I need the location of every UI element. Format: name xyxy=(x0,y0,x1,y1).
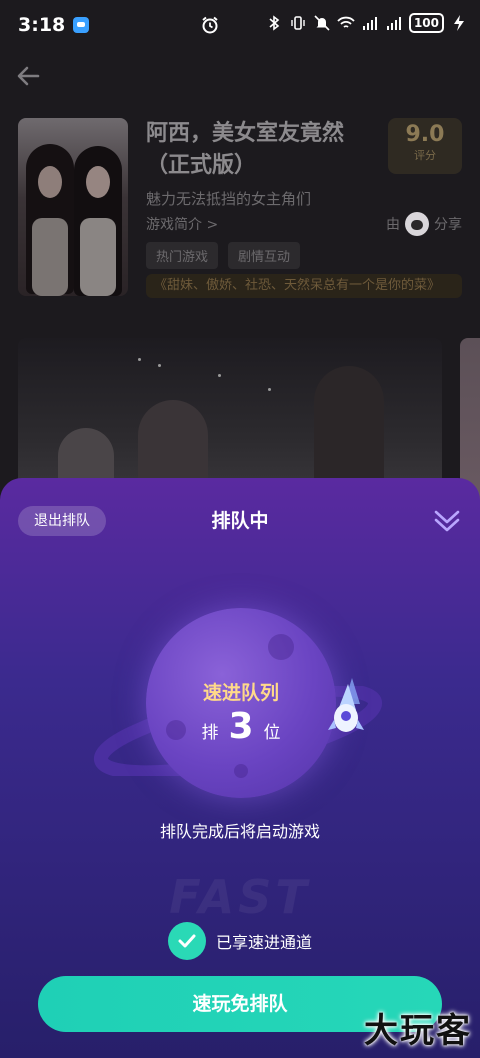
score-label: 评分 xyxy=(414,149,436,162)
queue-position-number: 3 xyxy=(228,706,254,747)
message-badge-icon xyxy=(73,17,90,33)
queue-name: 速进队列 xyxy=(202,682,279,704)
shared-by[interactable]: 由 分享 xyxy=(386,212,462,236)
signal-4g-icon xyxy=(362,17,377,30)
site-watermark-logo: 大玩客 xyxy=(364,1011,472,1051)
charging-icon xyxy=(454,15,464,31)
game-slogan: 《甜妹、傲娇、社恐、天然呆总有一个是你的菜》 xyxy=(146,274,462,298)
status-icons: 100 xyxy=(265,13,468,33)
rocket-icon xyxy=(328,678,364,732)
fast-lane-status: 已享速进通道 xyxy=(0,922,480,960)
score-badge: 9.0 评分 xyxy=(388,118,462,174)
sheet-title: 排队中 xyxy=(211,510,269,532)
avatar xyxy=(405,212,429,236)
share-label: 分享 xyxy=(434,217,462,233)
game-title: 阿西，美女室友竟然（正式版） xyxy=(146,121,345,178)
tag-list: 热门游戏 剧情互动 xyxy=(146,242,301,269)
queue-hint: 排队完成后将启动游戏 xyxy=(159,822,320,841)
fast-lane-label: 已享速进通道 xyxy=(215,933,312,952)
game-cover-image[interactable] xyxy=(18,118,128,296)
game-detail-page: 阿西，美女室友竟然（正式版） 9.0 评分 魅力无法抵挡的女主角们 游戏简介 >… xyxy=(0,50,480,518)
game-intro-link[interactable]: 游戏简介 > xyxy=(146,214,218,234)
queue-position: 排 3 位 xyxy=(146,706,336,747)
game-subtitle: 魅力无法抵挡的女主角们 xyxy=(146,190,312,208)
status-time: 3:18 xyxy=(18,14,66,36)
collapse-chevron-icon[interactable] xyxy=(432,506,462,536)
check-icon xyxy=(167,922,206,960)
signal-4g-icon xyxy=(386,17,401,30)
alarm-icon xyxy=(202,16,218,34)
queue-position-suffix: 位 xyxy=(263,723,281,743)
tag-story-interactive[interactable]: 剧情互动 xyxy=(228,242,301,269)
wifi-icon xyxy=(337,16,355,28)
fast-watermark: FAST xyxy=(169,870,311,924)
mute-icon xyxy=(314,15,330,31)
battery-icon: 100 xyxy=(408,13,444,33)
back-arrow-icon[interactable] xyxy=(14,62,42,90)
score-value: 9.0 xyxy=(405,122,445,147)
tag-hot-games[interactable]: 热门游戏 xyxy=(146,242,219,269)
queue-planet: 速进队列 排 3 位 xyxy=(0,578,480,818)
share-prefix: 由 xyxy=(386,217,400,233)
queue-position-prefix: 排 xyxy=(201,723,219,743)
vibrate-icon xyxy=(291,16,305,30)
status-bar: 3:18 100 xyxy=(0,0,480,50)
bluetooth-icon xyxy=(269,15,280,31)
queue-sheet: 退出排队 排队中 速进队列 排 3 位 排队完成后将启动游戏 FAST 已享速进… xyxy=(0,478,480,1058)
